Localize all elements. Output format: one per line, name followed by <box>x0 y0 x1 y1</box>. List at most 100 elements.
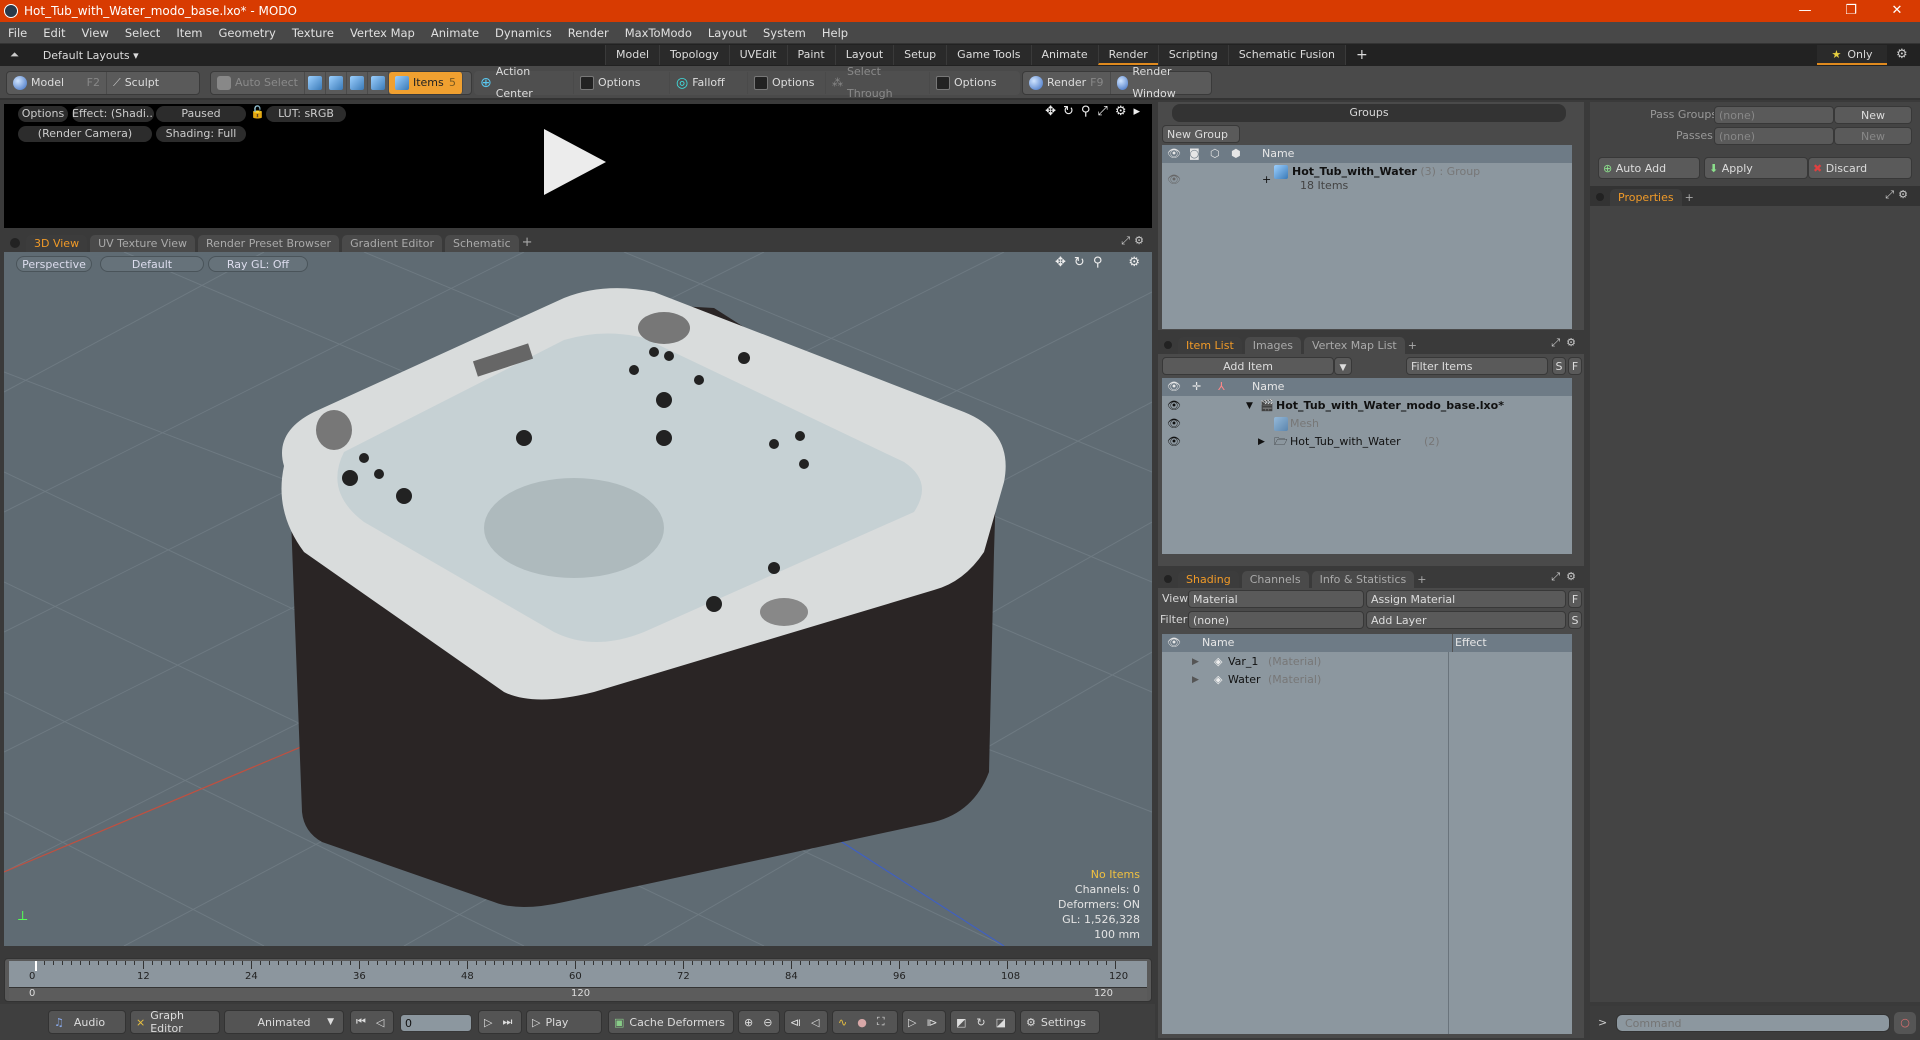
add-item-dropdown[interactable]: ▼ <box>1334 357 1352 375</box>
lock-col-icon[interactable]: ⬡ <box>1210 145 1220 163</box>
layout-tab-animate[interactable]: Animate <box>1030 45 1098 65</box>
shading-gear-icon[interactable]: ⚙ <box>1566 570 1576 583</box>
name-col-header[interactable]: Name <box>1202 634 1234 652</box>
tab-uv-texture-view[interactable]: UV Texture View <box>90 235 196 252</box>
auto-add-button[interactable]: ⊕ Auto Add <box>1598 157 1700 179</box>
select-edges-button[interactable] <box>326 72 347 94</box>
maximize-button[interactable]: ❐ <box>1828 0 1874 22</box>
add-tab-button[interactable]: + <box>522 235 533 250</box>
lut-dropdown[interactable]: LUT: sRGB <box>266 106 346 122</box>
select-materials-button[interactable] <box>368 72 389 94</box>
layout-collapse-icon[interactable]: ⏶ <box>0 48 27 62</box>
add-tab-button[interactable]: + <box>1408 339 1417 352</box>
menu-help[interactable]: Help <box>814 26 856 40</box>
channel-b-icon[interactable]: ↻ <box>971 1016 990 1029</box>
filter-s-button[interactable]: S <box>1552 357 1566 375</box>
passes-dropdown[interactable]: (none) <box>1714 127 1834 145</box>
key-down-icon[interactable]: ⊖ <box>758 1016 777 1029</box>
layout-tab-topology[interactable]: Topology <box>659 45 729 65</box>
menu-edit[interactable]: Edit <box>35 26 73 40</box>
menu-texture[interactable]: Texture <box>284 26 342 40</box>
select-polygons-button[interactable] <box>347 72 368 94</box>
tab-render-preset-browser[interactable]: Render Preset Browser <box>198 235 340 252</box>
itemlist-maximize-icon[interactable]: ⤢ <box>1551 336 1560 350</box>
panel-dot-icon[interactable] <box>1596 193 1604 201</box>
menu-maxtomodo[interactable]: MaxToModo <box>617 26 700 40</box>
raygl-toggle[interactable]: Ray GL: Off <box>208 256 308 272</box>
timeline-ruler[interactable]: 0 12 24 36 48 60 72 84 96 108 120 <box>9 961 1147 987</box>
tab-vertex-map-list[interactable]: Vertex Map List <box>1303 337 1405 354</box>
panel-dot-icon[interactable] <box>1164 575 1172 583</box>
item-row[interactable]: 👁 ▼ 🎬 Hot_Tub_with_Water_modo_base.lxo* <box>1162 397 1572 415</box>
zoom-icon[interactable]: ⚲ <box>1081 104 1091 119</box>
only-toggle[interactable]: ★ Only <box>1817 45 1887 65</box>
material-row[interactable]: ▶ ◈ Var_1 (Material) <box>1162 653 1572 671</box>
channel-a-icon[interactable]: ◩ <box>951 1016 971 1029</box>
tab-properties[interactable]: Properties <box>1610 189 1682 206</box>
next-key-icon[interactable]: ▷ <box>903 1016 921 1029</box>
command-history-icon[interactable]: ○ <box>1894 1012 1916 1034</box>
apply-button[interactable]: ⬇ Apply <box>1704 157 1808 179</box>
default-shading-dropdown[interactable]: Default <box>100 256 204 272</box>
expand-arrow-icon[interactable]: ▶ <box>1192 653 1199 671</box>
sculpt-mode-button[interactable]: ⟋ Sculpt <box>107 72 165 94</box>
render-button[interactable]: Render F9 <box>1023 72 1111 94</box>
material-row[interactable]: ▶ ◈ Water (Material) <box>1162 671 1572 689</box>
add-item-button[interactable]: Add Item <box>1162 357 1334 375</box>
shading-dropdown[interactable]: Shading: Full <box>156 126 246 142</box>
render-options-button[interactable]: Options <box>18 106 68 122</box>
action-center-options-button[interactable]: Options <box>574 72 670 94</box>
play-button[interactable]: ▷ Play <box>526 1010 602 1034</box>
animated-dropdown[interactable]: Animated ▼ <box>224 1010 344 1034</box>
last-key-icon[interactable]: ⧐ <box>921 1016 942 1029</box>
expand-plus-icon[interactable]: + <box>1262 171 1271 189</box>
discard-button[interactable]: ✖ Discard <box>1808 157 1912 179</box>
expand-arrow-icon[interactable]: ▸ <box>1133 104 1140 119</box>
viewport-rotate-icon[interactable]: ↻ <box>1074 255 1085 270</box>
render-col-icon[interactable]: ◙ <box>1189 145 1200 163</box>
current-frame-input[interactable]: 0 <box>400 1014 472 1032</box>
item-row[interactable]: 👁 Mesh <box>1162 415 1572 433</box>
prev-key2-icon[interactable]: ◁ <box>806 1016 824 1029</box>
select-through-button[interactable]: ⁂ Select Through <box>826 65 930 100</box>
menu-file[interactable]: File <box>0 26 35 40</box>
action-center-button[interactable]: ⊕ Action Center <box>474 65 574 100</box>
model-mode-button[interactable]: Model F2 <box>7 72 107 94</box>
viewport-maximize-icon[interactable]: ⤢ <box>1121 234 1130 248</box>
maximize-icon[interactable]: ⤢ <box>1097 104 1107 119</box>
render-preview[interactable]: Options Effect: (Shadi... Paused 🔓 LUT: … <box>4 104 1152 228</box>
lock-icon[interactable]: 🔓 <box>250 105 265 119</box>
filter-f-button[interactable]: F <box>1568 357 1582 375</box>
pan-icon[interactable]: ✥ <box>1045 104 1056 119</box>
settings-button[interactable]: ⚙ Settings <box>1020 1010 1100 1034</box>
item-row[interactable]: 👁 ▶ 🗁 Hot_Tub_with_Water (2) <box>1162 433 1572 451</box>
menu-dynamics[interactable]: Dynamics <box>487 26 560 40</box>
shading-s-button[interactable]: S <box>1568 611 1582 629</box>
viewport-zoom-icon[interactable]: ⚲ <box>1093 255 1103 270</box>
falloff-button[interactable]: ◎ Falloff <box>670 72 748 94</box>
collapse-arrow-icon[interactable]: ▼ <box>1246 397 1253 415</box>
panel-dot-icon[interactable] <box>1164 341 1172 349</box>
select-vertices-button[interactable] <box>305 72 326 94</box>
viewport-gear-icon[interactable]: ⚙ <box>1134 234 1144 247</box>
filter-items-input[interactable]: Filter Items <box>1406 357 1548 375</box>
shader-tree[interactable]: 👁 Name Effect ▶ ◈ Var_1 (Material) ▶ ◈ W… <box>1162 634 1572 1034</box>
visibility-col-icon[interactable]: 👁 <box>1167 145 1181 163</box>
properties-gear-icon[interactable]: ⚙ <box>1898 188 1908 201</box>
menu-item[interactable]: Item <box>168 26 210 40</box>
tab-item-list[interactable]: Item List <box>1178 337 1242 354</box>
properties-maximize-icon[interactable]: ⤢ <box>1885 188 1894 202</box>
item-list[interactable]: 👁 ✛ ⅄ Name 👁 ▼ 🎬 Hot_Tub_with_Water_modo… <box>1162 378 1572 554</box>
graph-editor-button[interactable]: ⨯ Graph Editor <box>130 1009 220 1035</box>
visibility-eye-icon[interactable]: 👁 <box>1167 397 1181 415</box>
step-forward-icon[interactable]: ▷ <box>479 1016 497 1029</box>
cache-deformers-button[interactable]: ▣ Cache Deformers <box>608 1010 734 1034</box>
layout-tab-game-tools[interactable]: Game Tools <box>946 45 1031 65</box>
name-col-header[interactable]: Name <box>1262 145 1294 163</box>
default-layouts-dropdown[interactable]: Default Layouts ▾ <box>27 49 139 62</box>
prev-key-icon[interactable]: ⧏ <box>785 1016 806 1029</box>
falloff-options-button[interactable]: Options <box>748 72 826 94</box>
tab-3d-view[interactable]: 3D View <box>26 235 88 252</box>
step-back-icon[interactable]: ◁ <box>371 1016 389 1029</box>
view-dropdown[interactable]: Material <box>1188 590 1364 608</box>
